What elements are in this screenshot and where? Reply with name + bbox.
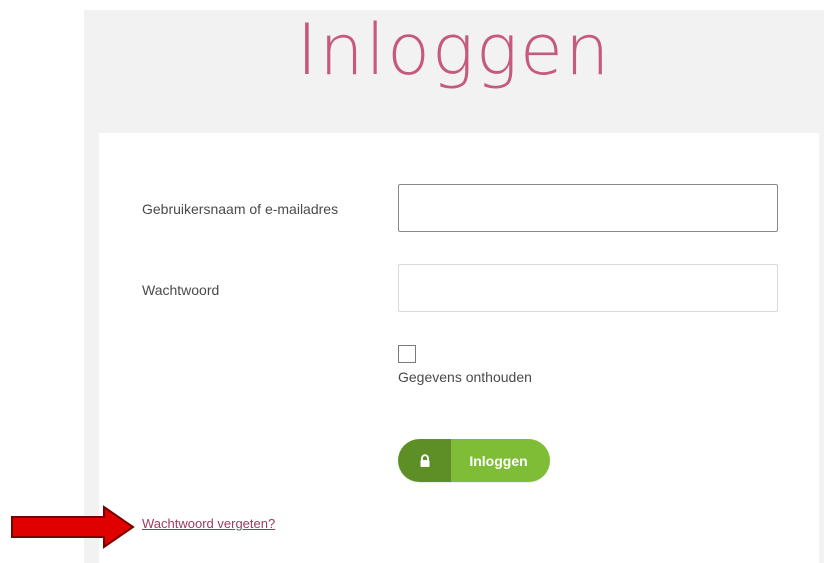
username-input[interactable]: [398, 184, 778, 232]
username-label: Gebruikersnaam of e-mailadres: [142, 201, 339, 217]
login-button[interactable]: Inloggen: [398, 439, 550, 482]
password-input[interactable]: [398, 264, 778, 312]
remember-checkbox[interactable]: [398, 345, 416, 363]
forgot-password-link[interactable]: Wachtwoord vergeten?: [142, 516, 275, 531]
login-page: Inloggen Gebruikersnaam of e-mailadres W…: [0, 0, 824, 563]
red-arrow-icon: [11, 505, 135, 549]
remember-label: Gegevens onthouden: [398, 369, 532, 385]
lock-icon: [398, 439, 451, 482]
page-title: Inloggen: [296, 9, 612, 91]
password-label: Wachtwoord: [142, 282, 220, 298]
login-button-label: Inloggen: [451, 439, 550, 482]
